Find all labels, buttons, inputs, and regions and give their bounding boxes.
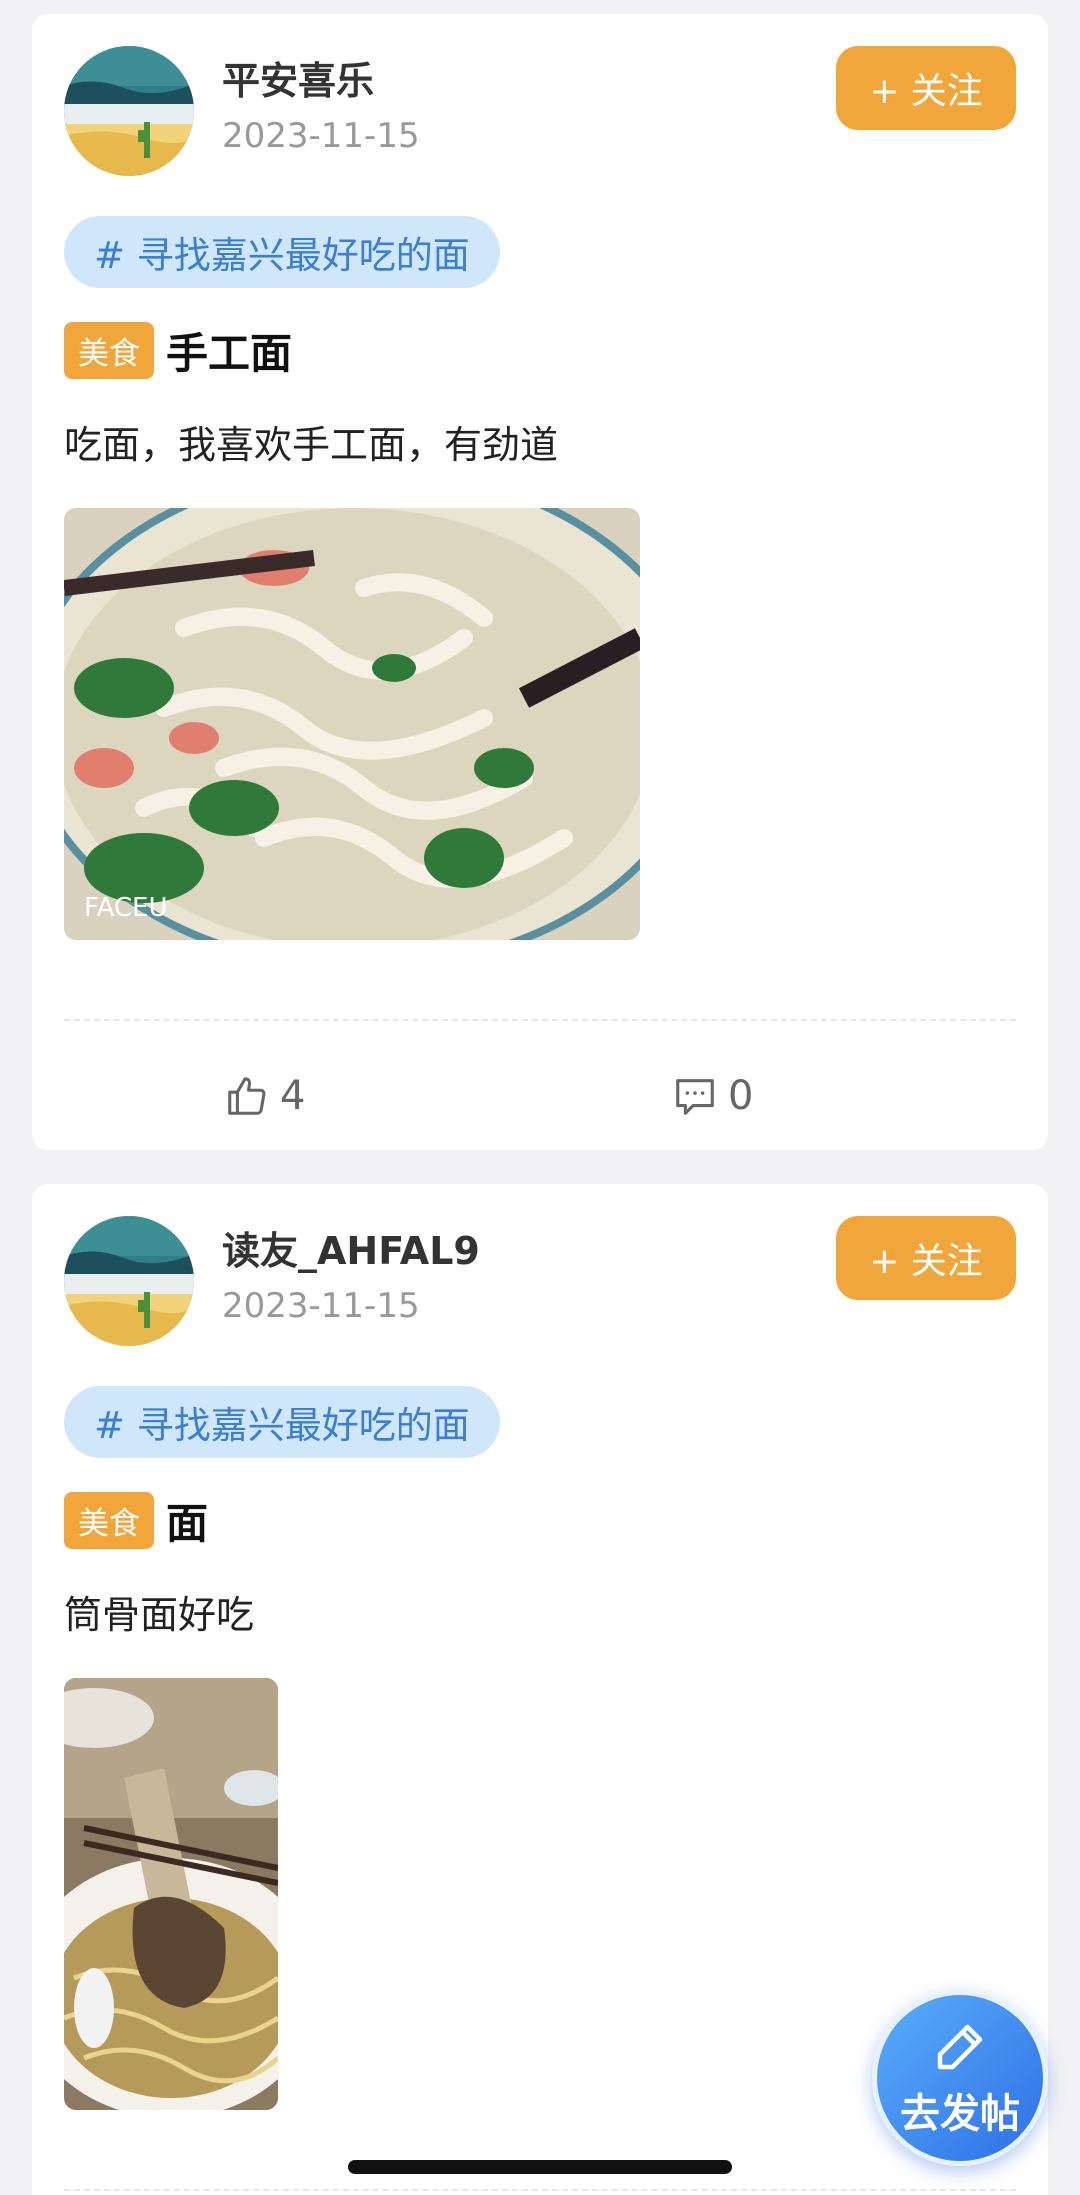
comment-icon xyxy=(676,1079,714,1115)
post-date: 2023-11-15 xyxy=(222,1286,420,1326)
comment-button[interactable]: 0 xyxy=(672,1056,753,1136)
post-body: 筒骨面好吃 xyxy=(64,1593,255,1637)
category-badge: 美食 xyxy=(64,322,154,379)
follow-button[interactable]: + 关注 xyxy=(836,46,1016,130)
post-feed: 平安喜乐 2023-11-15 + 关注 # 寻找嘉兴最好吃的面 美食 手工面 … xyxy=(0,0,1080,2195)
avatar[interactable] xyxy=(64,46,194,176)
comment-count: 0 xyxy=(728,1073,754,1119)
like-button[interactable]: 4 xyxy=(224,1056,305,1136)
photo-watermark: FACEU xyxy=(84,893,168,923)
post-title: 手工面 xyxy=(166,329,293,378)
post-photo[interactable] xyxy=(64,1678,278,2110)
category-badge: 美食 xyxy=(64,1492,154,1549)
username[interactable]: 平安喜乐 xyxy=(222,50,374,105)
create-post-button[interactable]: 去发帖 xyxy=(872,1990,1048,2166)
avatar[interactable] xyxy=(64,1216,194,1346)
username[interactable]: 读友_AHFAL9 xyxy=(222,1220,480,1275)
create-post-label: 去发帖 xyxy=(900,2091,1020,2137)
post-title: 面 xyxy=(166,1499,209,1548)
title-row: 美食 手工面 xyxy=(64,320,292,381)
home-indicator[interactable] xyxy=(348,2160,732,2174)
like-count: 4 xyxy=(280,1073,306,1119)
thumbs-up-icon xyxy=(228,1077,266,1115)
title-row: 美食 面 xyxy=(64,1490,208,1551)
divider xyxy=(64,1019,1016,1021)
pencil-icon xyxy=(937,2024,983,2070)
post-date: 2023-11-15 xyxy=(222,116,420,156)
post-actions: 4 0 xyxy=(32,1056,1048,1136)
topic-tag[interactable]: # 寻找嘉兴最好吃的面 xyxy=(64,216,500,288)
divider xyxy=(64,2189,1016,2191)
follow-button[interactable]: + 关注 xyxy=(836,1216,1016,1300)
post-photo[interactable]: FACEU xyxy=(64,508,640,940)
topic-tag[interactable]: # 寻找嘉兴最好吃的面 xyxy=(64,1386,500,1458)
post-body: 吃面，我喜欢手工面，有劲道 xyxy=(64,423,559,467)
post-card[interactable]: 平安喜乐 2023-11-15 + 关注 # 寻找嘉兴最好吃的面 美食 手工面 … xyxy=(32,14,1048,1150)
